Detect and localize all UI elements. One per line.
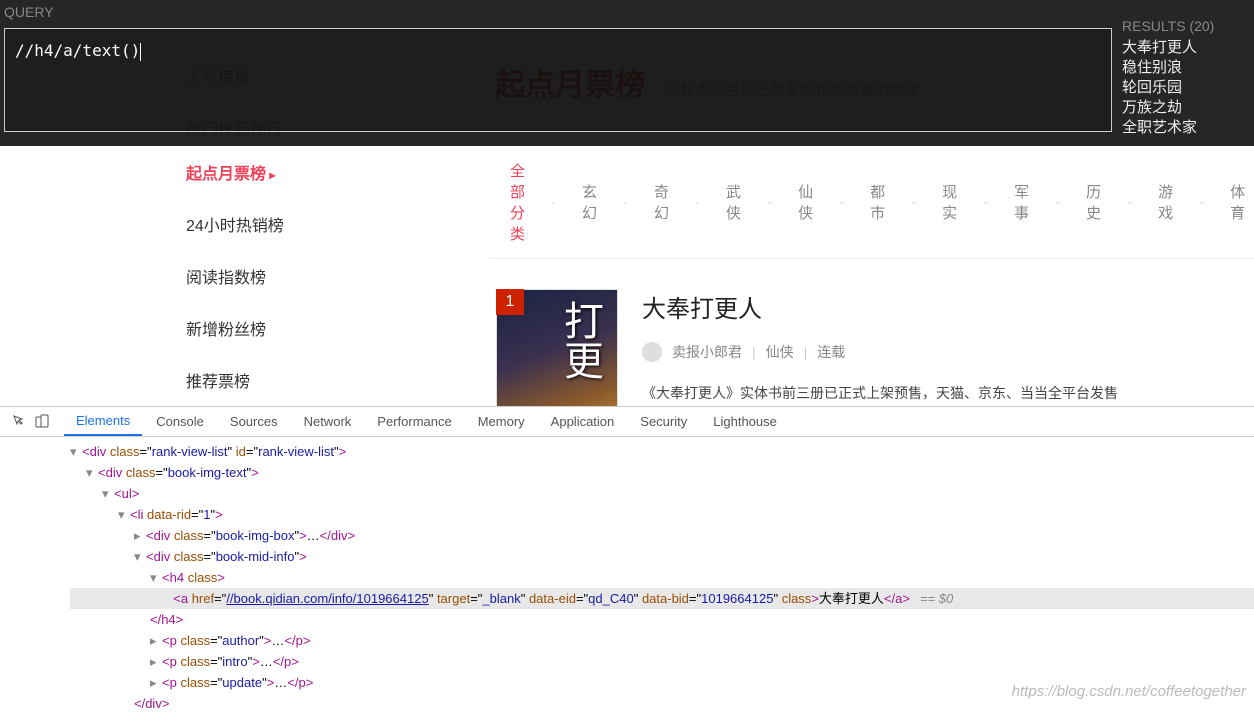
devtools-tab-console[interactable]: Console	[144, 408, 216, 435]
cat-tab[interactable]: 武侠	[726, 181, 741, 223]
devtools-panel: Elements Console Sources Network Perform…	[0, 406, 1254, 714]
cat-tab[interactable]: 奇幻	[654, 181, 669, 223]
book-meta: 卖报小郎君 | 仙侠 | 连载	[642, 342, 1254, 362]
results-item[interactable]: 全职艺术家	[1122, 118, 1252, 138]
cat-tab-all[interactable]: 全部分类	[510, 160, 525, 244]
devtools-tab-elements[interactable]: Elements	[64, 407, 142, 436]
inspect-icon[interactable]	[10, 412, 30, 432]
cat-tab[interactable]: 现实	[942, 181, 957, 223]
book-title[interactable]: 大奉打更人	[642, 289, 1254, 324]
text-cursor	[140, 43, 141, 61]
sidebar-item-rec[interactable]: 推荐票榜	[186, 354, 490, 406]
results-item[interactable]: 轮回乐园	[1122, 78, 1252, 98]
cat-tab[interactable]: 军事	[1014, 181, 1029, 223]
sidebar-item-24h[interactable]: 24小时热销榜	[186, 198, 490, 250]
book-author[interactable]: 卖报小郎君	[672, 342, 742, 362]
watermark: https://blog.csdn.net/coffeetogether	[1012, 683, 1246, 700]
rank-badge: 1	[496, 289, 524, 315]
devtools-tab-memory[interactable]: Memory	[466, 408, 537, 435]
cover-glyph: 打更	[551, 300, 609, 380]
query-input-box[interactable]: //h4/a/text()	[4, 28, 1112, 132]
cat-tab[interactable]: 历史	[1086, 181, 1101, 223]
cat-tab[interactable]: 游戏	[1158, 181, 1173, 223]
sidebar-item-read[interactable]: 阅读指数榜	[186, 250, 490, 302]
category-tabs: 全部分类· 玄幻· 奇幻· 武侠· 仙侠· 都市· 现实· 军事· 历史· 游戏…	[490, 146, 1254, 259]
devtools-tabs: Elements Console Sources Network Perform…	[0, 407, 1254, 437]
device-icon[interactable]	[32, 412, 52, 432]
devtools-tab-lighthouse[interactable]: Lighthouse	[701, 408, 789, 435]
dom-selected-line[interactable]: <a href="//book.qidian.com/info/10196641…	[70, 588, 1254, 609]
xpath-overlay: QUERY //h4/a/text() RESULTS (20) 大奉打更人 稳…	[0, 0, 1254, 146]
devtools-tab-application[interactable]: Application	[539, 408, 627, 435]
cat-tab[interactable]: 仙侠	[798, 181, 813, 223]
book-genre[interactable]: 仙侠	[766, 342, 794, 362]
avatar-icon	[642, 342, 662, 362]
book-status: 连载	[817, 342, 845, 362]
query-label: QUERY	[4, 4, 54, 20]
dom-tree[interactable]: <div class="rank-view-list" id="rank-vie…	[0, 437, 1254, 714]
results-panel: RESULTS (20) 大奉打更人 稳住别浪 轮回乐园 万族之劫 全职艺术家	[1122, 18, 1252, 138]
sidebar-item-fans[interactable]: 新增粉丝榜	[186, 302, 490, 354]
cat-tab[interactable]: 体育	[1230, 181, 1245, 223]
cat-tab[interactable]: 都市	[870, 181, 885, 223]
query-text: //h4/a/text()	[15, 41, 140, 60]
devtools-tab-security[interactable]: Security	[628, 408, 699, 435]
results-item[interactable]: 大奉打更人	[1122, 38, 1252, 58]
results-item[interactable]: 万族之劫	[1122, 98, 1252, 118]
cat-tab[interactable]: 玄幻	[582, 181, 597, 223]
devtools-tab-performance[interactable]: Performance	[365, 408, 463, 435]
results-item[interactable]: 稳住别浪	[1122, 58, 1252, 78]
devtools-tab-network[interactable]: Network	[292, 408, 364, 435]
results-label: RESULTS (20)	[1122, 18, 1252, 34]
devtools-tab-sources[interactable]: Sources	[218, 408, 290, 435]
